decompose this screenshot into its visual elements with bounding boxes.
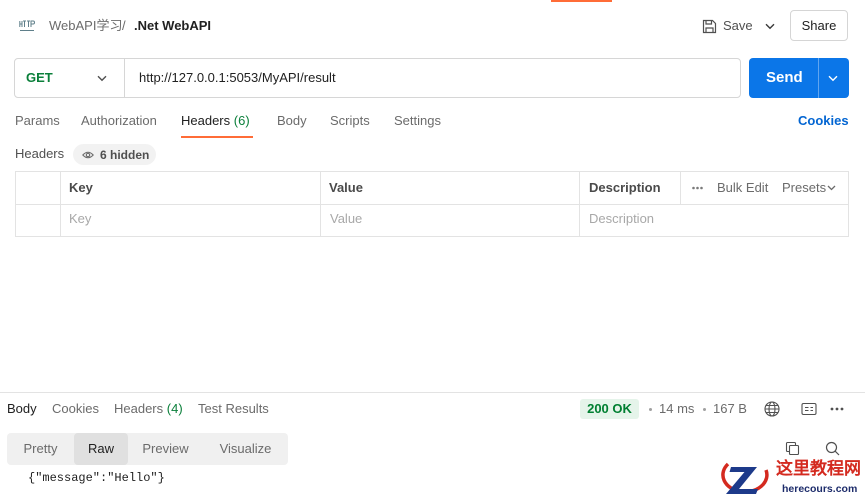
meta-separator-dot <box>703 408 706 411</box>
save-icon <box>702 19 717 34</box>
api-client-window: WebAPI学习 / .Net WebAPI Save Share GET ht… <box>0 0 865 500</box>
chevron-down-icon <box>827 185 836 191</box>
tab-settings[interactable]: Settings <box>394 113 441 129</box>
response-tab-test-results[interactable]: Test Results <box>198 401 269 417</box>
tab-scripts[interactable]: Scripts <box>330 113 370 129</box>
method-divider <box>124 59 125 97</box>
globe-icon[interactable] <box>764 401 780 417</box>
table-column-divider <box>579 172 580 236</box>
watermark-logo <box>716 457 772 499</box>
save-button[interactable]: Save <box>696 13 758 39</box>
breadcrumb-separator: / <box>122 18 126 33</box>
header-description-input[interactable] <box>589 211 839 227</box>
tab-authorization[interactable]: Authorization <box>81 113 157 129</box>
view-raw[interactable]: Raw <box>74 433 128 465</box>
hidden-headers-label: 6 hidden <box>100 148 150 162</box>
cookies-link[interactable]: Cookies <box>798 113 849 129</box>
method-label: GET <box>26 70 53 85</box>
active-tab-underline <box>181 136 253 138</box>
share-button[interactable]: Share <box>790 10 848 41</box>
send-button-group: Send <box>749 58 849 98</box>
watermark-site: herecours.com <box>782 483 858 495</box>
request-title[interactable]: .Net WebAPI <box>134 18 211 34</box>
column-header-key: Key <box>69 180 93 195</box>
status-text: 200 OK <box>587 401 632 416</box>
header-key-input[interactable] <box>69 211 314 227</box>
chevron-down-icon <box>765 23 775 30</box>
column-header-description: Description <box>589 180 661 195</box>
tab-headers-count: (6) <box>233 113 250 128</box>
response-more-options-icon[interactable] <box>830 407 844 411</box>
more-options-icon[interactable] <box>692 186 703 190</box>
watermark-name: 这里教程网 <box>776 459 861 478</box>
chevron-down-icon <box>828 75 838 82</box>
tab-body[interactable]: Body <box>277 113 307 129</box>
save-options-button[interactable] <box>760 13 780 39</box>
workspace-tab-indicator <box>551 0 612 2</box>
search-icon[interactable] <box>825 441 840 456</box>
response-tab-cookies[interactable]: Cookies <box>52 401 99 417</box>
tab-headers[interactable]: Headers (6) <box>181 113 250 129</box>
request-url-bar: GET <box>14 58 741 98</box>
breadcrumb-collection[interactable]: WebAPI学习 <box>49 18 122 34</box>
table-column-divider <box>680 172 681 204</box>
url-input[interactable] <box>139 70 729 86</box>
table-row-divider <box>16 204 848 205</box>
copy-icon[interactable] <box>785 441 800 456</box>
chevron-down-icon <box>97 75 107 82</box>
bulk-edit-button[interactable]: Bulk Edit <box>717 180 768 196</box>
header-value-input[interactable] <box>330 211 570 227</box>
eye-icon <box>82 150 94 160</box>
send-label: Send <box>766 69 803 86</box>
row-select-cell <box>16 205 60 236</box>
response-divider <box>0 392 865 393</box>
response-time[interactable]: 14 ms <box>659 401 694 417</box>
headers-section-title: Headers <box>15 146 65 161</box>
response-tab-headers-label: Headers <box>114 401 164 416</box>
tab-params[interactable]: Params <box>15 113 60 129</box>
view-visualize[interactable]: Visualize <box>203 433 288 465</box>
view-pretty[interactable]: Pretty <box>7 433 74 465</box>
presets-dropdown[interactable]: Presets <box>782 180 826 196</box>
save-response-icon[interactable] <box>801 402 817 416</box>
response-tab-headers[interactable]: Headers (4) <box>114 401 183 417</box>
table-column-divider <box>320 172 321 236</box>
method-selector[interactable]: GET <box>15 59 124 97</box>
response-body-text[interactable]: {"message":"Hello"} <box>28 471 165 485</box>
send-button[interactable]: Send <box>749 58 818 98</box>
response-size[interactable]: 167 B <box>713 401 747 417</box>
headers-table: Key Value Description Bulk Edit Presets <box>15 171 849 237</box>
column-header-value: Value <box>329 180 363 195</box>
table-column-divider <box>60 172 61 236</box>
response-tab-body[interactable]: Body <box>7 401 37 417</box>
status-badge[interactable]: 200 OK <box>580 399 639 419</box>
view-preview[interactable]: Preview <box>128 433 203 465</box>
save-label: Save <box>723 18 753 33</box>
http-request-icon <box>19 18 35 34</box>
hidden-headers-toggle[interactable]: 6 hidden <box>73 144 156 165</box>
meta-separator-dot <box>649 408 652 411</box>
response-tab-headers-count: (4) <box>166 401 183 416</box>
share-label: Share <box>801 18 837 33</box>
tab-headers-label: Headers <box>181 113 231 128</box>
send-options-button[interactable] <box>819 58 849 98</box>
